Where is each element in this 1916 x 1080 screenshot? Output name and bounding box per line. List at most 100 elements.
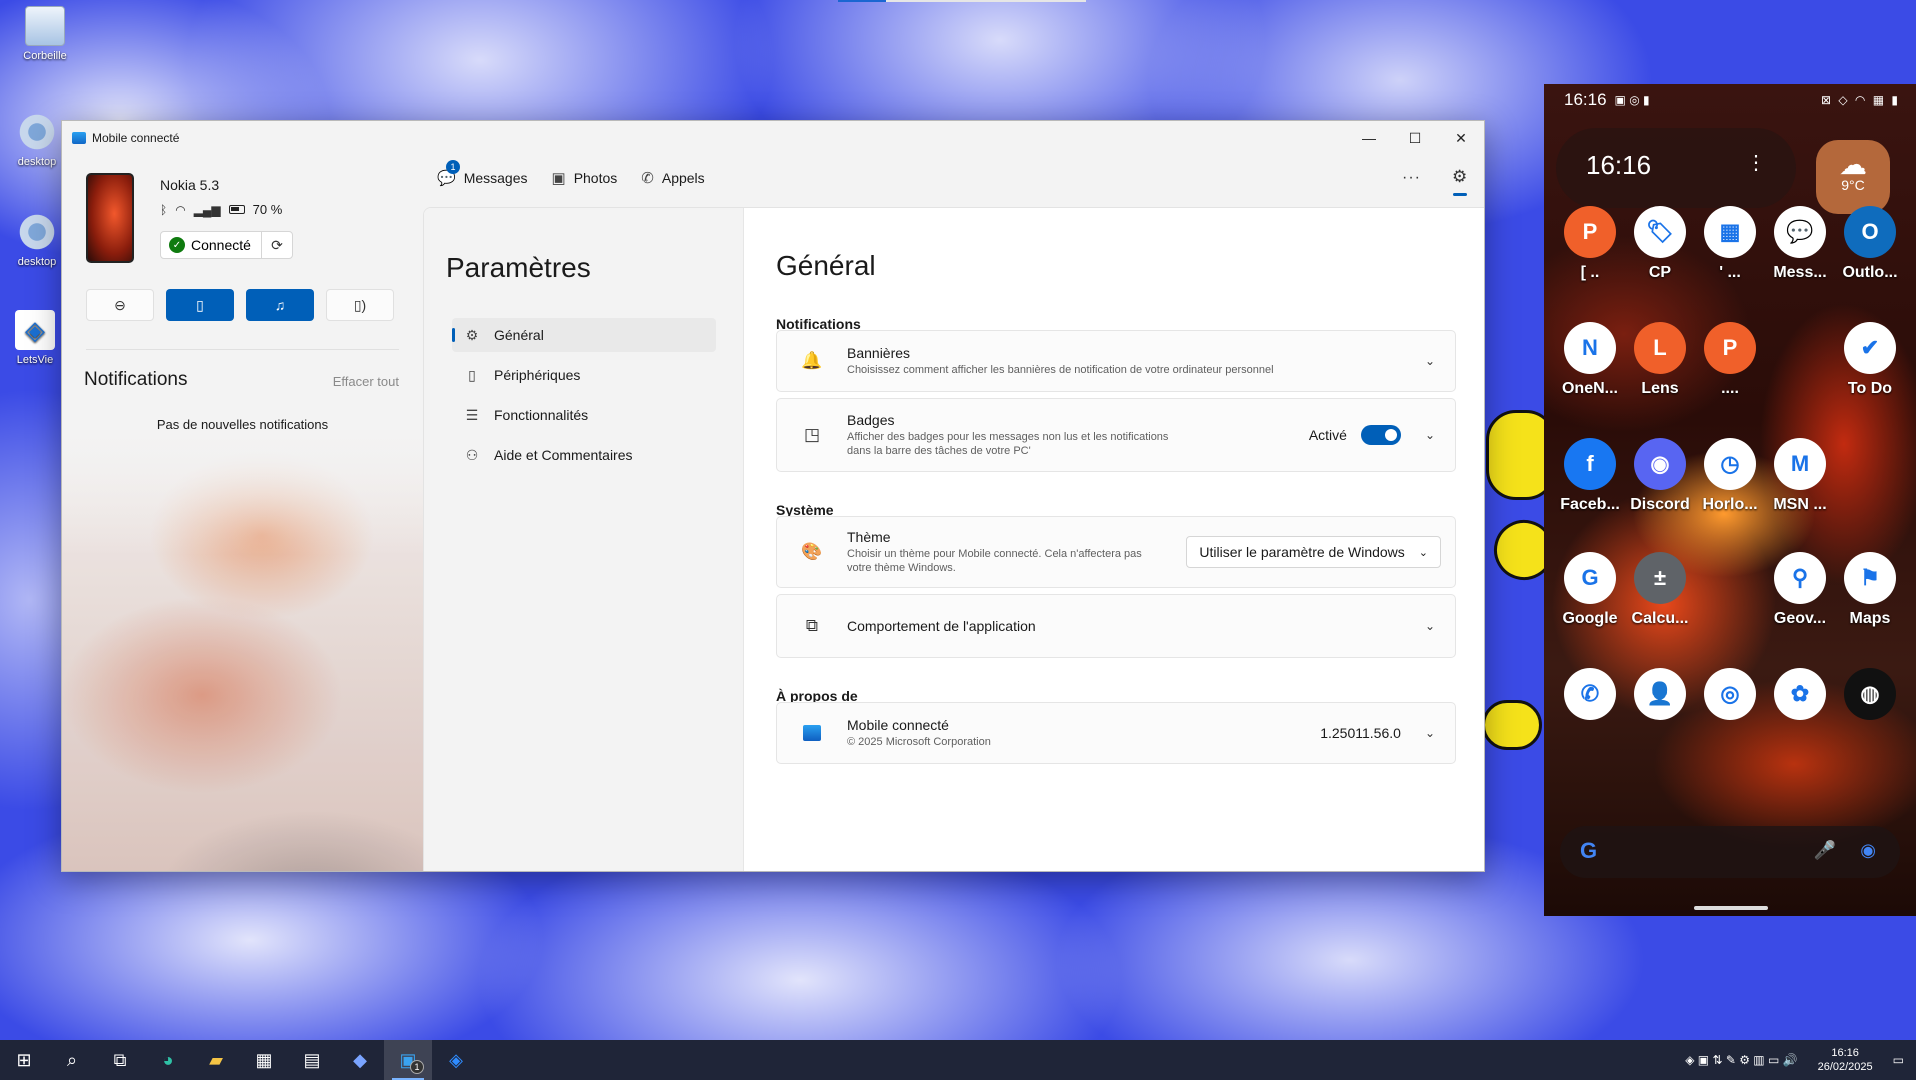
app-label: .... bbox=[1721, 380, 1739, 397]
taskbar-edge[interactable]: ◕ bbox=[144, 1040, 192, 1080]
phone-app[interactable]: 🏷 CP bbox=[1624, 206, 1696, 282]
tab-photos[interactable]: ▣ Photos bbox=[552, 169, 618, 187]
nav-item-general[interactable]: ⚙ Général bbox=[452, 318, 716, 352]
phone-app[interactable]: ✔ To Do bbox=[1834, 322, 1906, 398]
setting-description: Choisissez comment afficher les bannière… bbox=[847, 364, 1274, 376]
phone-app[interactable]: ▦ ' ... bbox=[1694, 206, 1766, 282]
maximize-button[interactable]: ☐ bbox=[1392, 121, 1438, 155]
taskbar-clock[interactable]: 16:16 26/02/2025 bbox=[1818, 1046, 1873, 1074]
more-vert-icon[interactable]: ⋮ bbox=[1746, 150, 1766, 175]
phone-app[interactable]: ⚲ Geov... bbox=[1764, 552, 1836, 628]
setting-title: Mobile connecté bbox=[847, 717, 949, 733]
list-icon: ☰ bbox=[465, 406, 479, 423]
phone-app[interactable]: ◎ bbox=[1694, 668, 1766, 726]
phone-thumbnail bbox=[86, 173, 134, 263]
phone-app[interactable]: 👤 bbox=[1624, 668, 1696, 726]
sync-button[interactable]: ⟳ bbox=[262, 232, 292, 258]
phone-app[interactable]: G Google bbox=[1554, 552, 1626, 628]
desktop-icon-shortcut-2[interactable]: desktop bbox=[6, 212, 68, 268]
settings-shortcut-icon bbox=[17, 212, 57, 252]
version-number: 1.25011.56.0 bbox=[1320, 725, 1401, 741]
setting-title: Badges bbox=[847, 412, 895, 428]
connected-button[interactable]: ✓ Connecté bbox=[161, 232, 262, 258]
about-app[interactable]: Mobile connecté © 2025 Microsoft Corpora… bbox=[776, 702, 1456, 764]
phone-app[interactable]: M MSN ... bbox=[1764, 438, 1836, 514]
taskbar-phone-link[interactable]: ▣ 1 bbox=[384, 1040, 432, 1080]
google-search-bar[interactable]: G 🎤 ◉ bbox=[1560, 826, 1900, 878]
weather-widget[interactable]: ☁ 9°C bbox=[1816, 140, 1890, 214]
phone-app[interactable]: f Faceb... bbox=[1554, 438, 1626, 514]
badges-setting[interactable]: ◳ Badges Afficher des badges pour les me… bbox=[776, 398, 1456, 472]
phone-app[interactable]: ◉ Discord bbox=[1624, 438, 1696, 514]
battery-level: 70 % bbox=[252, 202, 283, 217]
taskbar-network-app[interactable]: ▤ bbox=[288, 1040, 336, 1080]
phone-app[interactable]: ⚑ Maps bbox=[1834, 552, 1906, 628]
chevron-down-icon[interactable]: ⌄ bbox=[1425, 428, 1435, 442]
phone-app[interactable]: N OneN... bbox=[1554, 322, 1626, 398]
phone-app[interactable]: O Outlo... bbox=[1834, 206, 1906, 282]
desktop-icon-letsview[interactable]: ◈ LetsVie bbox=[4, 310, 66, 366]
theme-dropdown[interactable]: Utiliser le paramètre de Windows ⌄ bbox=[1186, 536, 1441, 568]
taskbar-store[interactable]: ▦ bbox=[240, 1040, 288, 1080]
clock-widget[interactable]: 16:16 ⋮ bbox=[1556, 128, 1796, 208]
connected-label: Connecté bbox=[191, 237, 251, 253]
phone-app[interactable]: 💬 Mess... bbox=[1764, 206, 1836, 282]
phone-app[interactable]: ✿ bbox=[1764, 668, 1836, 726]
chevron-down-icon[interactable]: ⌄ bbox=[1425, 354, 1435, 368]
chevron-down-icon: ⌄ bbox=[1418, 546, 1428, 559]
phone-app[interactable]: P.... bbox=[1694, 322, 1766, 398]
phone-app[interactable]: L Lens bbox=[1624, 322, 1696, 398]
app-label: ' ... bbox=[1719, 264, 1741, 281]
title-bar[interactable]: Mobile connecté — ☐ ✕ bbox=[62, 121, 1484, 155]
taskbar-letsview[interactable]: ◈ bbox=[432, 1040, 480, 1080]
taskbar-app[interactable]: ◆ bbox=[336, 1040, 384, 1080]
banners-setting[interactable]: 🔔 Bannières Choisissez comment afficher … bbox=[776, 330, 1456, 392]
letsview-icon: ◈ bbox=[15, 310, 55, 350]
phone-link-app-icon bbox=[72, 132, 86, 144]
badges-toggle[interactable] bbox=[1360, 425, 1401, 445]
chevron-down-icon[interactable]: ⌄ bbox=[1425, 726, 1435, 740]
mic-icon[interactable]: 🎤 bbox=[1814, 840, 1836, 861]
settings-button[interactable]: ⚙ bbox=[1452, 167, 1468, 196]
minimize-button[interactable]: — bbox=[1346, 121, 1392, 155]
chevron-down-icon[interactable]: ⌄ bbox=[1425, 619, 1435, 633]
app-label: Lens bbox=[1641, 380, 1679, 397]
lens-icon[interactable]: ◉ bbox=[1860, 840, 1876, 861]
desktop-icon-recycle-bin[interactable]: Corbeille bbox=[14, 6, 76, 62]
notification-center-icon[interactable]: ▭ bbox=[1893, 1053, 1904, 1067]
tab-messages[interactable]: 💬 1 Messages bbox=[437, 160, 528, 187]
more-options-button[interactable]: ··· bbox=[1402, 169, 1421, 187]
phone-app[interactable]: ± Calcu... bbox=[1624, 552, 1696, 628]
nav-item-devices[interactable]: ▯ Périphériques bbox=[452, 358, 716, 392]
copyright-text: © 2025 Microsoft Corporation bbox=[847, 736, 991, 748]
phone-app[interactable]: P [ .. bbox=[1554, 206, 1626, 282]
media-button[interactable]: ♫ bbox=[246, 289, 314, 321]
tab-label: Photos bbox=[573, 170, 618, 186]
start-button[interactable]: ⊞ bbox=[0, 1040, 48, 1080]
clear-all-button[interactable]: Effacer tout bbox=[333, 374, 399, 389]
app-icon: ◎ bbox=[1704, 668, 1756, 720]
general-settings: Général Notifications 🔔 Bannières Choisi… bbox=[744, 208, 1484, 871]
audio-output-button[interactable]: ▯) bbox=[326, 289, 394, 321]
nav-item-features[interactable]: ☰ Fonctionnalités bbox=[452, 398, 716, 432]
phone-app[interactable]: ◷ Horlo... bbox=[1694, 438, 1766, 514]
taskbar-explorer[interactable]: ▰ bbox=[192, 1040, 240, 1080]
tab-calls[interactable]: ✆ Appels bbox=[641, 169, 704, 187]
app-behavior-setting[interactable]: ⧉ Comportement de l'application ⌄ bbox=[776, 594, 1456, 658]
tray-icons[interactable]: ◈ ▣ ⇅ ✎ ⚙ ▥ ▭ 🔊 bbox=[1685, 1053, 1797, 1067]
close-button[interactable]: ✕ bbox=[1438, 121, 1484, 155]
gear-icon: ⚙ bbox=[1452, 167, 1468, 186]
nav-item-help[interactable]: ⚇ Aide et Commentaires bbox=[452, 438, 716, 472]
phone-app[interactable]: ◍ bbox=[1834, 668, 1906, 726]
phone-mirror[interactable]: 16:16 ▣ ◎ ▮ ⊠ ◇ ◠ ▦ ▮ 16:16 ⋮ ☁ 9°C P [ .… bbox=[1544, 84, 1916, 916]
task-view-button[interactable]: ⧉ bbox=[96, 1040, 144, 1080]
desktop-icon-shortcut-1[interactable]: desktop bbox=[6, 112, 68, 168]
do-not-disturb-button[interactable]: ⊖ bbox=[86, 289, 154, 321]
phone-status-bar: 16:16 ▣ ◎ ▮ ⊠ ◇ ◠ ▦ ▮ bbox=[1564, 90, 1900, 110]
app-icon: P bbox=[1564, 206, 1616, 258]
vibrate-button[interactable]: ▯ bbox=[166, 289, 234, 321]
notifications-title: Notifications bbox=[84, 369, 188, 390]
app-icon: f bbox=[1564, 438, 1616, 490]
search-button[interactable]: ⌕ bbox=[48, 1040, 96, 1080]
phone-app[interactable]: ✆ bbox=[1554, 668, 1626, 726]
